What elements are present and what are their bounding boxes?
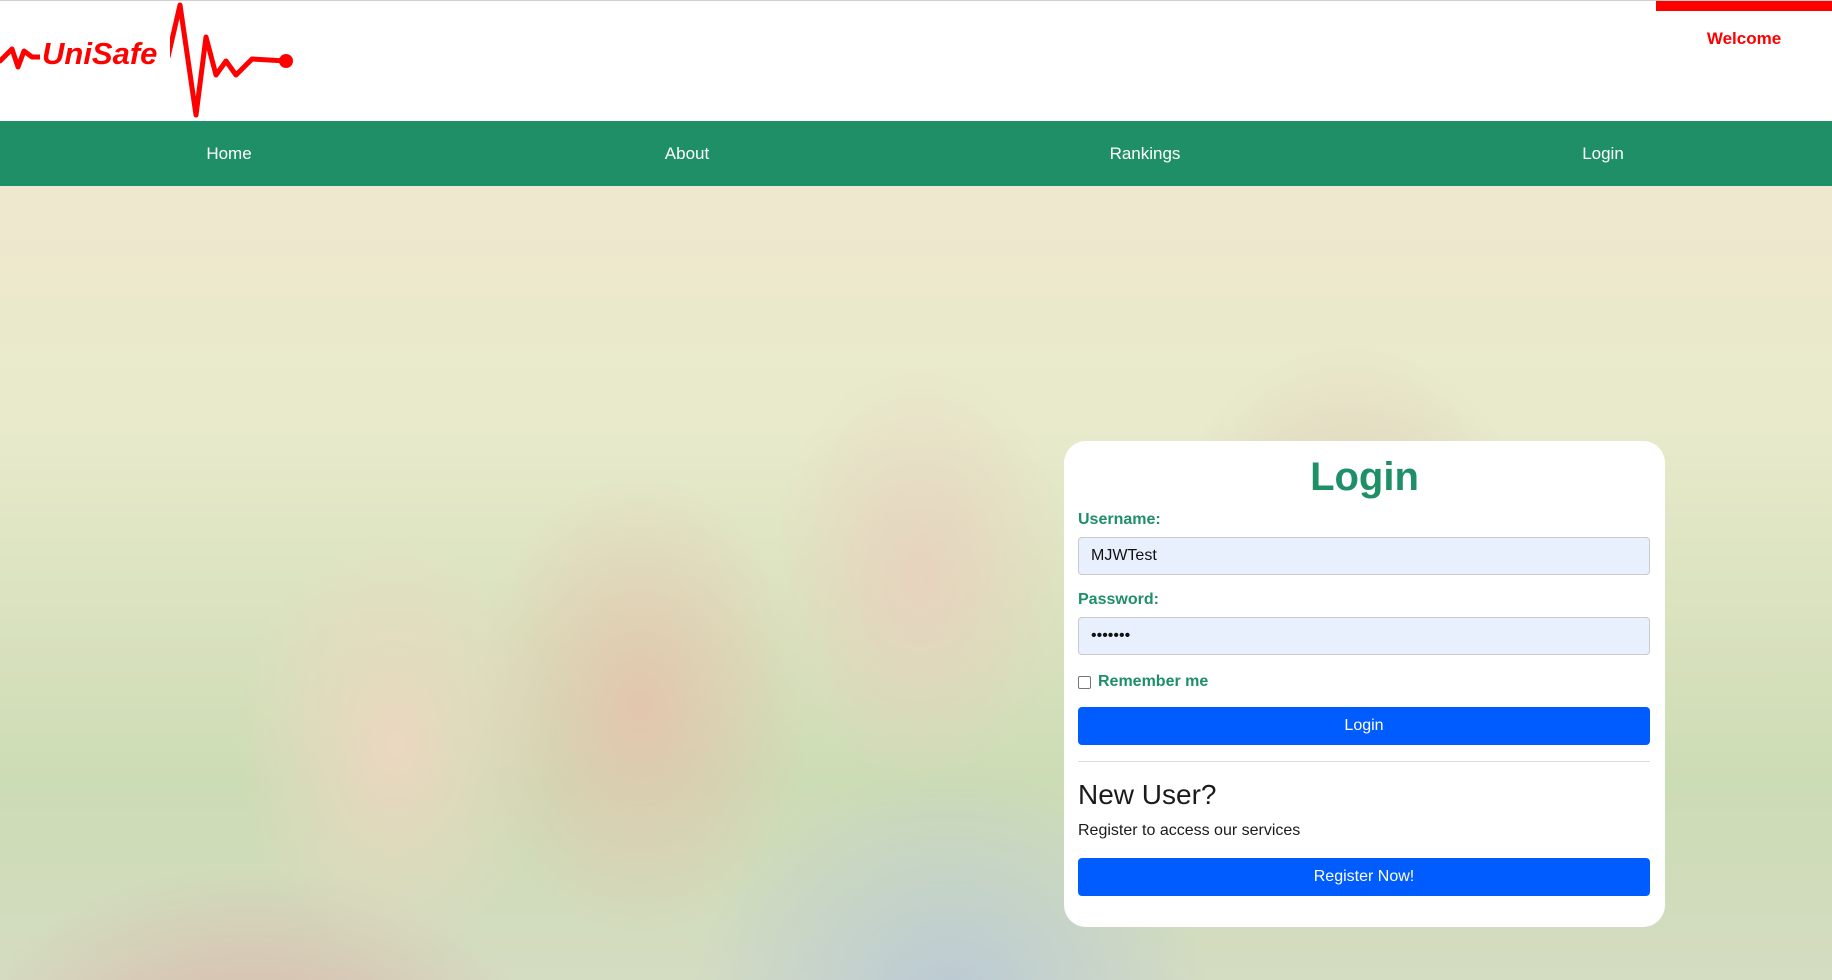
login-title: Login — [1310, 455, 1419, 499]
register-button[interactable]: Register Now! — [1078, 858, 1650, 896]
login-card: Login Username: Password: Remember me Lo… — [1064, 441, 1665, 927]
welcome-accent-bar — [1656, 1, 1832, 11]
remember-me-row: Remember me — [1078, 673, 1651, 691]
nav-item-about[interactable]: About — [458, 121, 916, 186]
username-input[interactable] — [1078, 537, 1650, 575]
header: UniSafe Welcome — [0, 0, 1832, 121]
welcome-text: Welcome — [1706, 29, 1782, 48]
nav-item-home[interactable]: Home — [0, 121, 458, 186]
logo-text: UniSafe — [42, 36, 157, 71]
remember-me-label[interactable]: Remember me — [1098, 673, 1208, 691]
new-user-subtitle: Register to access our services — [1078, 822, 1301, 839]
divider — [1078, 761, 1650, 762]
login-button[interactable]: Login — [1078, 707, 1650, 745]
password-input[interactable] — [1078, 617, 1650, 655]
welcome-box: Welcome — [1656, 1, 1832, 76]
remember-me-checkbox[interactable] — [1078, 675, 1091, 689]
username-label: Username: — [1078, 511, 1161, 528]
main-nav: Home About Rankings Login — [0, 121, 1832, 186]
nav-item-login[interactable]: Login — [1374, 121, 1832, 186]
nav-item-rankings[interactable]: Rankings — [916, 121, 1374, 186]
new-user-heading: New User? — [1078, 779, 1217, 810]
heartbeat-logo-icon: UniSafe — [0, 2, 293, 118]
password-label: Password: — [1078, 591, 1159, 608]
unisafe-logo[interactable]: UniSafe — [0, 1, 300, 122]
